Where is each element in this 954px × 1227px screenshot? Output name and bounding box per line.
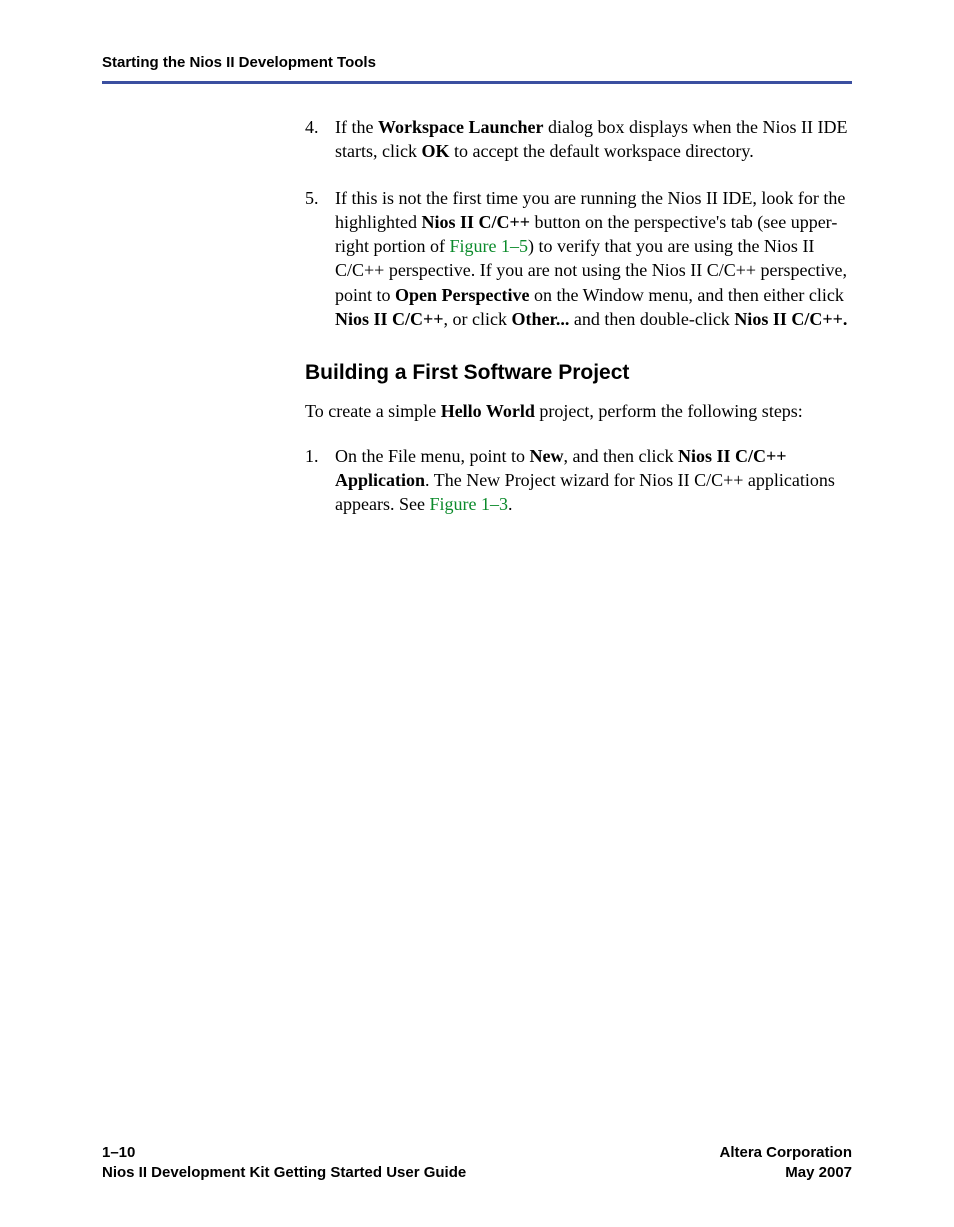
header-rule	[102, 81, 852, 84]
figure-link[interactable]: Figure 1–3	[429, 494, 508, 514]
text: If the	[335, 117, 378, 137]
doc-title: Nios II Development Kit Getting Started …	[102, 1163, 466, 1183]
text: , and then click	[563, 446, 677, 466]
bold-text: Open Perspective	[395, 285, 529, 305]
text: , or click	[444, 309, 512, 329]
bold-text: Hello World	[441, 401, 535, 421]
page-header: Starting the Nios II Development Tools	[102, 54, 852, 84]
intro-paragraph: To create a simple Hello World project, …	[305, 399, 853, 423]
bold-text: New	[529, 446, 563, 466]
company-name: Altera Corporation	[719, 1143, 852, 1163]
footer-right: Altera Corporation May 2007	[719, 1143, 852, 1184]
bold-text: OK	[421, 141, 449, 161]
header-title: Starting the Nios II Development Tools	[102, 54, 852, 71]
page-number: 1–10	[102, 1143, 466, 1163]
bold-text: Nios II C/C++	[422, 212, 531, 232]
step-body: If this is not the first time you are ru…	[335, 186, 853, 332]
figure-link[interactable]: Figure 1–5	[450, 236, 529, 256]
text: to accept the default workspace director…	[450, 141, 754, 161]
step-5: 5. If this is not the first time you are…	[305, 186, 853, 332]
text: and then double-click	[569, 309, 734, 329]
step-4: 4. If the Workspace Launcher dialog box …	[305, 115, 853, 164]
page-footer: 1–10 Nios II Development Kit Getting Sta…	[102, 1143, 852, 1184]
step-body: On the File menu, point to New, and then…	[335, 444, 853, 517]
step-number: 1.	[305, 444, 335, 517]
footer-left: 1–10 Nios II Development Kit Getting Sta…	[102, 1143, 466, 1184]
bold-text: Nios II C/C++	[335, 309, 444, 329]
text: To create a simple	[305, 401, 441, 421]
date: May 2007	[719, 1163, 852, 1183]
main-content: 4. If the Workspace Launcher dialog box …	[305, 115, 853, 539]
step-body: If the Workspace Launcher dialog box dis…	[335, 115, 853, 164]
step-number: 5.	[305, 186, 335, 332]
bold-text: Nios II C/C++.	[734, 309, 847, 329]
text: on the Window menu, and then either clic…	[529, 285, 843, 305]
bold-text: Other...	[512, 309, 570, 329]
text: On the File menu, point to	[335, 446, 529, 466]
text: project, perform the following steps:	[535, 401, 803, 421]
section-heading: Building a First Software Project	[305, 361, 853, 385]
bold-text: Workspace Launcher	[378, 117, 544, 137]
step-number: 4.	[305, 115, 335, 164]
text: .	[508, 494, 513, 514]
step-1: 1. On the File menu, point to New, and t…	[305, 444, 853, 517]
